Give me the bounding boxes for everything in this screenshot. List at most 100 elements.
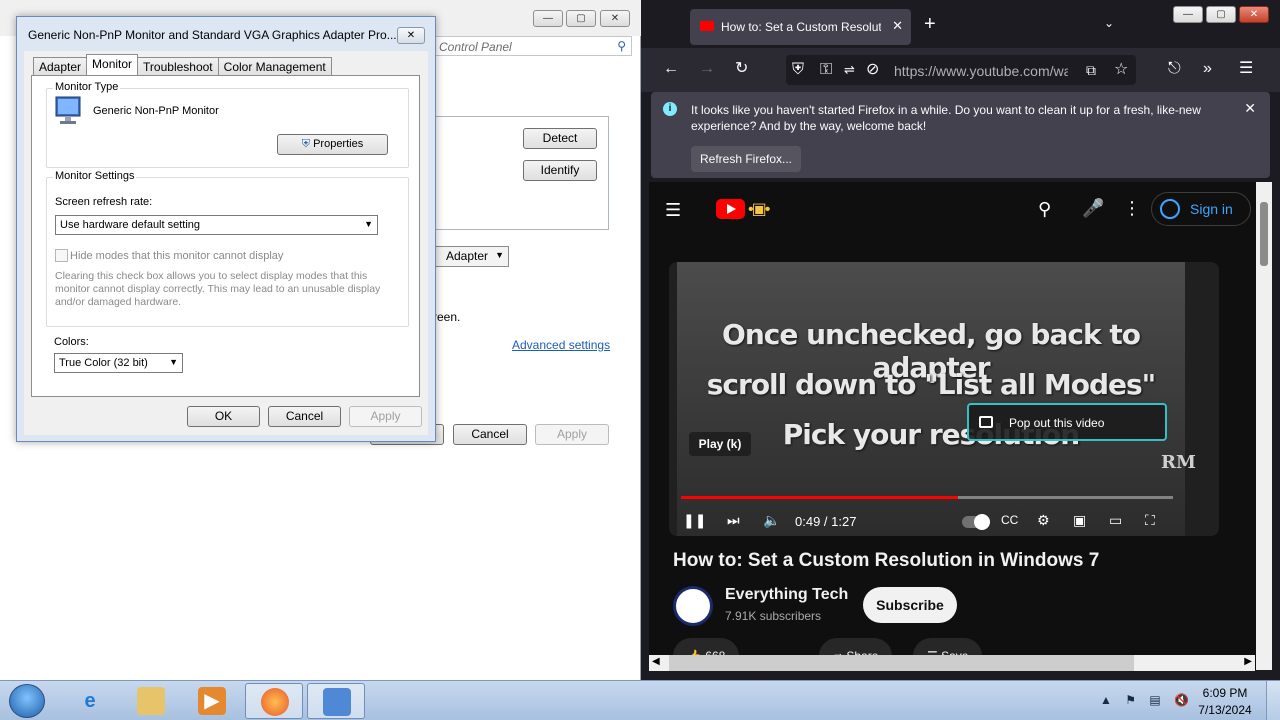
yt-menu-icon[interactable]: ☰: [665, 200, 681, 221]
taskbar-ie[interactable]: e: [61, 683, 119, 719]
cp-cancel-button[interactable]: Cancel: [453, 424, 527, 445]
firefox-tab-bar: How to: Set a Custom Resolution ✕ + ⌄ — …: [641, 0, 1280, 48]
monitor-properties-dialog: Generic Non-PnP Monitor and Standard VGA…: [16, 16, 436, 442]
tab-close-icon[interactable]: ✕: [892, 18, 903, 34]
ff-maximize-button[interactable]: ▢: [1206, 6, 1236, 23]
autoplay-blocked-icon[interactable]: ⊘: [866, 61, 879, 79]
identify-button[interactable]: Identify: [523, 160, 597, 181]
start-orb-icon[interactable]: [9, 684, 45, 718]
hide-modes-checkbox[interactable]: [55, 249, 68, 262]
tab-adapter[interactable]: Adapter: [33, 57, 88, 75]
dialog-title: Generic Non-PnP Monitor and Standard VGA…: [28, 28, 397, 42]
autoplay-toggle[interactable]: [962, 514, 990, 530]
dialog-close-button[interactable]: ✕: [397, 27, 425, 44]
overflow-menu-icon[interactable]: »: [1203, 60, 1212, 78]
refresh-rate-value: Use hardware default setting: [60, 219, 201, 231]
url-bar[interactable]: ⛨ ⚿ ⇌ ⊘ https://www.youtube.com/watch ⧉ …: [786, 55, 1136, 85]
scroll-left-icon[interactable]: ◀: [652, 656, 660, 667]
system-tray: ▲ ⚑ ▤ 🔇: [1100, 693, 1189, 707]
play-triangle-icon: [727, 204, 736, 214]
microphone-icon[interactable]: 🎤: [1082, 198, 1104, 219]
play-tooltip: Play (k): [689, 432, 751, 456]
scrollbar-thumb[interactable]: [1260, 202, 1268, 266]
permissions-icon[interactable]: ⇌: [844, 61, 855, 79]
tray-expand-icon[interactable]: ▲: [1100, 693, 1112, 707]
youtube-doodle-icon: •▣•: [748, 201, 770, 218]
network-icon[interactable]: ▤: [1149, 693, 1160, 707]
video-progress-bar[interactable]: [681, 496, 1173, 499]
video-frame[interactable]: Once unchecked, go back to adapter scrol…: [677, 262, 1196, 536]
detect-button[interactable]: Detect: [523, 128, 597, 149]
horizontal-scrollbar[interactable]: ◀ ▶: [649, 655, 1255, 671]
tab-color-management[interactable]: Color Management: [217, 57, 332, 75]
properties-button[interactable]: ⛨ Properties: [277, 134, 388, 155]
control-panel-search-input[interactable]: Control Panel ⚲: [432, 36, 632, 56]
chevron-down-icon[interactable]: ⌄: [1104, 16, 1114, 30]
search-icon[interactable]: ⚲: [617, 39, 626, 53]
ff-close-button[interactable]: ✕: [1239, 6, 1269, 23]
notification-close-icon[interactable]: ✕: [1244, 100, 1256, 117]
youtube-logo-icon[interactable]: [716, 199, 745, 219]
reload-icon[interactable]: ↻: [735, 60, 748, 78]
vertical-scrollbar[interactable]: [1256, 182, 1272, 670]
refresh-firefox-button[interactable]: Refresh Firefox...: [691, 146, 801, 172]
picture-in-picture-icon[interactable]: ⧉: [1086, 61, 1096, 79]
colors-value: True Color (32 bit): [59, 357, 148, 369]
refresh-rate-label: Screen refresh rate:: [55, 196, 153, 208]
theater-mode-icon[interactable]: ▭: [1109, 512, 1122, 528]
colors-select[interactable]: True Color (32 bit) ▼: [54, 353, 183, 373]
monitor-name: Generic Non-PnP Monitor: [93, 105, 219, 117]
video-player[interactable]: Once unchecked, go back to adapter scrol…: [669, 262, 1219, 536]
control-panel-icon: [323, 688, 351, 716]
clock-date[interactable]: 7/13/2024: [1190, 703, 1260, 717]
maximize-button[interactable]: ▢: [566, 10, 596, 27]
taskbar-firefox[interactable]: [245, 683, 303, 719]
refresh-rate-select[interactable]: Use hardware default setting ▼: [55, 215, 378, 235]
cancel-button[interactable]: Cancel: [268, 406, 341, 427]
channel-name[interactable]: Everything Tech: [725, 586, 848, 604]
volume-icon[interactable]: 🔈: [763, 512, 780, 528]
next-icon[interactable]: ⏭: [727, 512, 740, 528]
pop-out-video-button[interactable]: Pop out this video: [967, 403, 1167, 441]
sign-in-button[interactable]: Sign in: [1151, 192, 1251, 226]
captions-icon[interactable]: CC: [1001, 512, 1018, 528]
adapter-select[interactable]: Adapter ▼: [433, 246, 509, 267]
lock-icon[interactable]: ⚿: [820, 61, 832, 79]
minimize-button[interactable]: —: [533, 10, 563, 27]
taskbar-control-panel[interactable]: [307, 683, 365, 719]
scroll-right-icon[interactable]: ▶: [1244, 656, 1252, 667]
channel-avatar[interactable]: [673, 586, 713, 626]
clock-time[interactable]: 6:09 PM: [1190, 686, 1260, 700]
back-icon[interactable]: ←: [663, 60, 679, 78]
ok-button[interactable]: OK: [187, 406, 260, 427]
dialog-body: Adapter Monitor Troubleshoot Color Manag…: [24, 51, 428, 435]
new-tab-button[interactable]: +: [924, 14, 936, 34]
extensions-icon[interactable]: ⎋: [1168, 60, 1181, 78]
volume-muted-icon[interactable]: 🔇: [1174, 693, 1189, 707]
taskbar-explorer[interactable]: [122, 683, 180, 719]
shield-icon[interactable]: ⛨: [792, 61, 804, 79]
bookmark-star-icon[interactable]: ☆: [1114, 61, 1128, 79]
settings-gear-icon[interactable]: ⚙: [1037, 512, 1050, 528]
tab-troubleshoot[interactable]: Troubleshoot: [137, 57, 219, 75]
fullscreen-icon[interactable]: ⛶: [1145, 512, 1155, 528]
properties-button-label: Properties: [313, 138, 364, 150]
horizontal-scrollbar-thumb[interactable]: [669, 655, 1134, 671]
play-pause-icon[interactable]: ❚❚: [683, 512, 706, 528]
taskbar-media-player[interactable]: ▶: [183, 683, 241, 719]
close-button[interactable]: ✕: [600, 10, 630, 27]
ff-minimize-button[interactable]: —: [1173, 6, 1203, 23]
show-desktop-button[interactable]: [1266, 681, 1280, 720]
miniplayer-icon[interactable]: ▣: [1073, 512, 1086, 528]
internet-explorer-icon: e: [84, 690, 96, 712]
sign-in-label: Sign in: [1190, 201, 1233, 217]
advanced-settings-link[interactable]: Advanced settings: [512, 338, 610, 352]
subscribe-button[interactable]: Subscribe: [863, 587, 957, 623]
browser-tab[interactable]: How to: Set a Custom Resolution ✕: [690, 9, 911, 45]
tab-monitor[interactable]: Monitor: [86, 54, 139, 75]
action-center-flag-icon[interactable]: ⚑: [1125, 693, 1136, 707]
more-vertical-icon[interactable]: ⋮: [1123, 198, 1141, 219]
video-controls: ❚❚ ⏭ 🔈 0:49 / 1:27 CC ⚙ ▣ ▭ ⛶: [669, 508, 1219, 536]
search-icon[interactable]: ⚲: [1038, 199, 1051, 220]
hamburger-menu-icon[interactable]: ☰: [1239, 60, 1253, 78]
